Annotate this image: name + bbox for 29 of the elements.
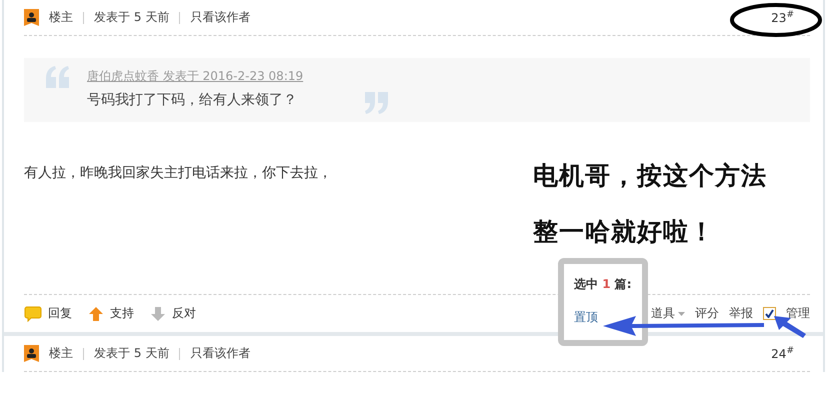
speech-bubble-icon: [24, 306, 42, 322]
support-button[interactable]: 支持: [88, 305, 134, 322]
manage-label[interactable]: 管理: [786, 305, 810, 322]
down-arrow-icon: [150, 306, 166, 322]
up-arrow-icon: [88, 306, 104, 322]
oppose-button[interactable]: 反对: [150, 305, 196, 322]
post-time: 发表于 5 天前: [94, 345, 170, 362]
author-role: 楼主: [49, 345, 73, 362]
author-role: 楼主: [49, 9, 73, 26]
manage-checkbox[interactable]: [763, 307, 776, 320]
user-badge-icon: [24, 345, 39, 362]
floor-number: 24$^{#}$: [771, 346, 794, 361]
close-quote-icon: [364, 92, 390, 114]
reply-button[interactable]: 回复: [24, 305, 72, 322]
post-tool-link[interactable]: 评分: [695, 305, 719, 322]
open-quote-icon: [44, 66, 70, 88]
only-author-link[interactable]: 只看该作者: [190, 345, 250, 362]
post-tool-link[interactable]: 道具: [651, 305, 685, 322]
post-time: 发表于 5 天前: [94, 9, 170, 26]
quote-text: 号码我打了下码，给有人来领了？: [87, 91, 297, 109]
handwritten-note: 电机哥，按这个方法: [533, 161, 767, 190]
post-tool-link[interactable]: 举报: [729, 305, 753, 322]
pin-top-link[interactable]: 置顶: [574, 309, 598, 326]
user-badge-icon: [24, 9, 39, 26]
floor-number: 23$^{#}$: [771, 10, 794, 25]
handwritten-note: 整一哈就好啦！: [533, 217, 715, 246]
post-body: 有人拉，昨晚我回家失主打电话来拉，你下去拉，: [24, 165, 332, 181]
selection-count: 选中 1 篇:: [574, 276, 633, 293]
only-author-link[interactable]: 只看该作者: [190, 9, 250, 26]
